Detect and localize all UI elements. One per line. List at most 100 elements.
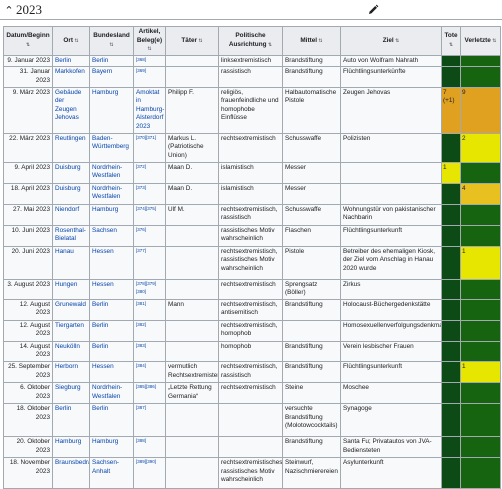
artikel-value[interactable]: [374][375]	[136, 206, 156, 211]
bundesland-value[interactable]: Berlin	[92, 57, 108, 64]
artikel-value[interactable]: [378][379][380]	[136, 281, 156, 295]
cell-artikel: [372]	[133, 161, 166, 184]
chevron-up-icon[interactable]: ⌃	[2, 4, 16, 17]
ort-value[interactable]: Markkofen	[55, 68, 85, 75]
sort-icon[interactable]: ⇅	[109, 42, 113, 48]
bundesland-value[interactable]: Hessen	[92, 363, 114, 370]
sort-icon[interactable]: ⇅	[317, 38, 322, 44]
bundesland-value[interactable]: Bayern	[92, 68, 112, 75]
cell-bundesland: Sachsen-Anhalt	[89, 456, 134, 489]
ort-value[interactable]: Siegburg	[55, 384, 81, 391]
bundesland-value[interactable]: Berlin	[92, 405, 108, 412]
bundesland-value[interactable]: Berlin	[92, 301, 108, 308]
ort-value[interactable]: Rosenthal-Bielatal	[55, 227, 86, 243]
artikel-value[interactable]: [383]	[136, 343, 146, 348]
bundesland-value[interactable]: Hamburg	[92, 89, 118, 96]
ort-value[interactable]: Hamburg	[55, 438, 81, 445]
col-ausrichtung-header[interactable]: Politische Ausrichtung ⇅	[218, 26, 283, 56]
cell-ort: Tiergarten	[52, 319, 90, 342]
artikel-value[interactable]: [388]	[136, 438, 146, 443]
artikel-value[interactable]: [377]	[136, 248, 146, 253]
col-verletzte-header[interactable]: Verletzte ⇅	[460, 26, 501, 56]
bundesland-value[interactable]: Sachsen	[92, 227, 117, 234]
bundesland-value[interactable]: Hamburg	[92, 206, 118, 213]
bundesland-value[interactable]: Berlin	[92, 343, 108, 350]
cell-ausrichtung: rechtsextremistisch, rassistisch	[218, 360, 283, 383]
sort-icon[interactable]: ⇅	[73, 38, 78, 44]
col-ort-header[interactable]: Ort ⇅	[52, 26, 90, 56]
ort-value[interactable]: Berlin	[55, 405, 71, 412]
artikel-value[interactable]: [382]	[136, 322, 146, 327]
bundesland-value[interactable]: Nordrhein-Westfalen	[92, 384, 122, 400]
sort-icon[interactable]: ⇅	[491, 38, 496, 44]
artikel-value[interactable]: [376]	[136, 227, 146, 232]
sort-icon[interactable]: ⇅	[449, 42, 453, 48]
sort-icon[interactable]: ⇅	[394, 38, 399, 44]
mittel-value: Pistole	[285, 247, 305, 255]
ort-value[interactable]: Braunsbedra	[55, 459, 89, 466]
cell-taeter: Maan D.	[165, 161, 219, 184]
cell-taeter: Mann	[165, 298, 219, 321]
ort-value[interactable]: Duisburg	[55, 164, 81, 171]
col-bundesland-header[interactable]: Bundesland ⇅	[89, 26, 134, 56]
bundesland-value[interactable]: Berlin	[92, 322, 108, 329]
section-header[interactable]: ⌃ 2023	[0, 0, 502, 20]
bundesland-value[interactable]: Nordrhein-Westfalen	[92, 185, 122, 201]
cell-verletzte	[460, 381, 501, 404]
bundesland-value[interactable]: Baden-Württemberg	[92, 135, 129, 151]
artikel-value[interactable]: [389][390]	[136, 459, 156, 464]
mittel-value: Messer	[285, 163, 306, 171]
bundesland-value[interactable]: Hessen	[92, 281, 114, 288]
artikel-value[interactable]: [370][371]	[136, 135, 156, 140]
artikel-value[interactable]: Amoktat in Hamburg-Alsterdorf 2023	[136, 89, 164, 130]
sort-icon[interactable]: ⇅	[26, 42, 30, 48]
cell-verletzte	[460, 456, 501, 489]
cell-taeter	[165, 278, 219, 300]
artikel-value[interactable]: [368]	[136, 57, 146, 62]
cell-verletzte	[460, 54, 501, 68]
artikel-value[interactable]: [373]	[136, 185, 146, 190]
ort-value[interactable]: Niendorf	[55, 206, 79, 213]
col-artikel-header[interactable]: Artikel, Beleg(e) ⇅	[133, 26, 166, 56]
artikel-value[interactable]: [385][386]	[136, 384, 156, 389]
ausrichtung-value: linksextremistisch	[221, 56, 272, 64]
col-datum-header[interactable]: Datum/Beginn ⇅	[3, 26, 53, 56]
sort-icon[interactable]: ⇅	[267, 42, 272, 48]
section-2023: ⌃ 2023 Datum/Beginn ⇅ Ort ⇅ Bundesland ⇅ Ar…	[0, 0, 502, 489]
ort-value[interactable]: Herborn	[55, 363, 78, 370]
sort-icon[interactable]: ⇅	[197, 38, 202, 44]
ort-value[interactable]: Hanau	[55, 248, 74, 255]
ort-value[interactable]: Gebäude der Zeugen Jehovas	[55, 89, 81, 122]
artikel-value[interactable]: [381]	[136, 301, 146, 306]
ort-value[interactable]: Grunewald	[55, 301, 86, 308]
col-tote-header[interactable]: Tote ⇅	[441, 26, 461, 56]
mittel-value: Steinwurf, Nazischmierereien	[285, 458, 338, 475]
bundesland-value[interactable]: Nordrhein-Westfalen	[92, 164, 122, 180]
artikel-value[interactable]: [369]	[136, 68, 146, 73]
col-ziel-header[interactable]: Ziel ⇅	[340, 26, 442, 56]
cell-tote	[441, 298, 461, 321]
table-row: 9. Januar 2023 Berlin Berlin [368] linksextr…	[3, 54, 501, 68]
ort-value[interactable]: Berlin	[55, 57, 71, 64]
bundesland-value[interactable]: Hessen	[92, 248, 114, 255]
artikel-value[interactable]: [387]	[136, 405, 146, 410]
ziel-value: Homosexuellenverfolgungsdenkmal	[343, 321, 442, 329]
cell-taeter	[165, 319, 219, 342]
col-taeter-header[interactable]: Täter ⇅	[165, 26, 219, 56]
ort-value[interactable]: Duisburg	[55, 185, 81, 192]
cell-ziel	[340, 182, 442, 205]
bundesland-value[interactable]: Sachsen-Anhalt	[92, 459, 119, 475]
cell-ausrichtung: homophob	[218, 340, 283, 362]
sort-icon[interactable]: ⇅	[147, 46, 151, 52]
pencil-icon[interactable]	[366, 3, 380, 17]
cell-tote: 1	[441, 161, 461, 184]
bundesland-value[interactable]: Hamburg	[92, 438, 118, 445]
ort-value[interactable]: Tiergarten	[55, 322, 84, 329]
ort-value[interactable]: Hungen	[55, 281, 77, 288]
col-mittel-header[interactable]: Mittel ⇅	[282, 26, 341, 56]
cell-ziel: Betreiber des ehemaligen Kiosk, der Ziel…	[340, 245, 442, 280]
artikel-value[interactable]: [384]	[136, 363, 146, 368]
artikel-value[interactable]: [372]	[136, 164, 146, 169]
ort-value[interactable]: Neukölln	[55, 343, 80, 350]
ort-value[interactable]: Reutlingen	[55, 135, 86, 142]
